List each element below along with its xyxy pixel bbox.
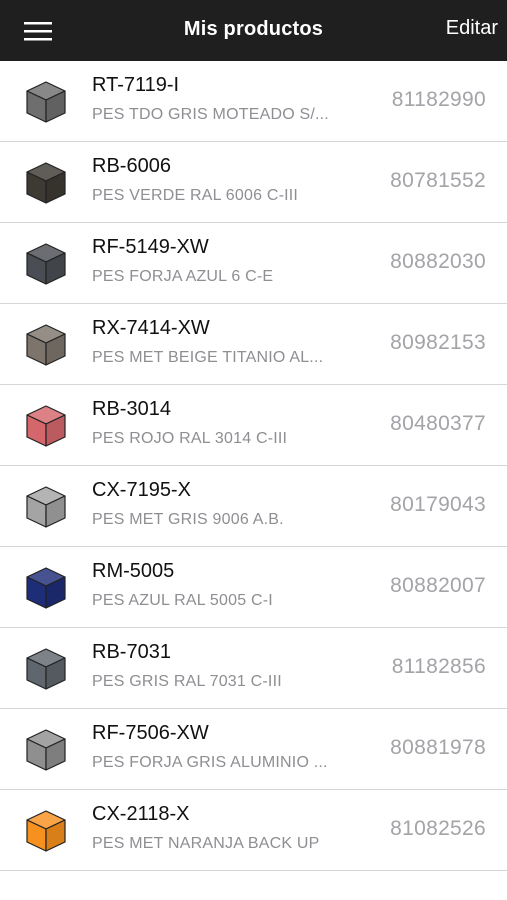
product-code: RX-7414-XW <box>92 317 210 339</box>
product-description: PES GRIS RAL 7031 C-III <box>92 673 282 690</box>
product-code: RF-5149-XW <box>92 236 209 258</box>
product-row[interactable]: RB-6006 PES VERDE RAL 6006 C-III 8078155… <box>0 142 507 223</box>
color-cube-icon <box>23 79 69 125</box>
product-code: RF-7506-XW <box>92 722 209 744</box>
color-cube-icon <box>23 160 69 206</box>
product-row[interactable]: RF-5149-XW PES FORJA AZUL 6 C-E 80882030 <box>0 223 507 304</box>
product-description: PES AZUL RAL 5005 C-I <box>92 592 273 609</box>
product-reference: 80882030 <box>390 250 486 273</box>
product-row[interactable]: CX-7195-X PES MET GRIS 9006 A.B. 8017904… <box>0 466 507 547</box>
product-description: PES TDO GRIS MOTEADO S/... <box>92 106 329 123</box>
color-cube-icon <box>23 241 69 287</box>
product-reference: 81182856 <box>391 655 486 678</box>
product-reference: 80179043 <box>390 493 486 516</box>
product-list: RT-7119-I PES TDO GRIS MOTEADO S/... 811… <box>0 61 507 871</box>
product-row[interactable]: CX-2118-X PES MET NARANJA BACK UP 810825… <box>0 790 507 871</box>
navigation-bar: Mis productos Editar <box>0 0 507 61</box>
product-reference: 81182990 <box>391 88 486 111</box>
product-reference: 81082526 <box>390 817 486 840</box>
product-code: RB-3014 <box>92 398 171 420</box>
product-reference: 80881978 <box>390 736 486 759</box>
product-description: PES FORJA GRIS ALUMINIO ... <box>92 754 328 771</box>
color-cube-icon <box>23 646 69 692</box>
product-description: PES MET NARANJA BACK UP <box>92 835 320 852</box>
product-description: PES MET GRIS 9006 A.B. <box>92 511 284 528</box>
product-row[interactable]: RT-7119-I PES TDO GRIS MOTEADO S/... 811… <box>0 61 507 142</box>
page-title: Mis productos <box>183 18 324 40</box>
color-cube-icon <box>23 403 69 449</box>
color-cube-icon <box>23 484 69 530</box>
product-reference: 80982153 <box>390 331 486 354</box>
product-code: CX-7195-X <box>92 479 191 501</box>
product-reference: 80781552 <box>390 169 486 192</box>
product-code: CX-2118-X <box>92 803 190 825</box>
product-description: PES VERDE RAL 6006 C-III <box>92 187 299 204</box>
product-reference: 80882007 <box>390 574 486 597</box>
product-code: RM-5005 <box>92 560 175 582</box>
color-cube-icon <box>23 565 69 611</box>
product-code: RB-7031 <box>92 641 171 663</box>
product-description: PES ROJO RAL 3014 C-III <box>92 430 288 447</box>
product-reference: 80480377 <box>390 412 486 435</box>
product-row[interactable]: RM-5005 PES AZUL RAL 5005 C-I 80882007 <box>0 547 507 628</box>
product-row[interactable]: RB-3014 PES ROJO RAL 3014 C-III 80480377 <box>0 385 507 466</box>
product-row[interactable]: RX-7414-XW PES MET BEIGE TITANIO AL... 8… <box>0 304 507 385</box>
product-description: PES FORJA AZUL 6 C-E <box>92 268 274 285</box>
product-code: RB-6006 <box>92 155 171 177</box>
product-row[interactable]: RB-7031 PES GRIS RAL 7031 C-III 81182856 <box>0 628 507 709</box>
product-description: PES MET BEIGE TITANIO AL... <box>92 349 324 366</box>
product-row[interactable]: RF-7506-XW PES FORJA GRIS ALUMINIO ... 8… <box>0 709 507 790</box>
color-cube-icon <box>23 727 69 773</box>
color-cube-icon <box>23 322 69 368</box>
product-code: RT-7119-I <box>92 74 180 96</box>
color-cube-icon <box>23 808 69 854</box>
edit-button[interactable]: Editar <box>446 17 498 40</box>
